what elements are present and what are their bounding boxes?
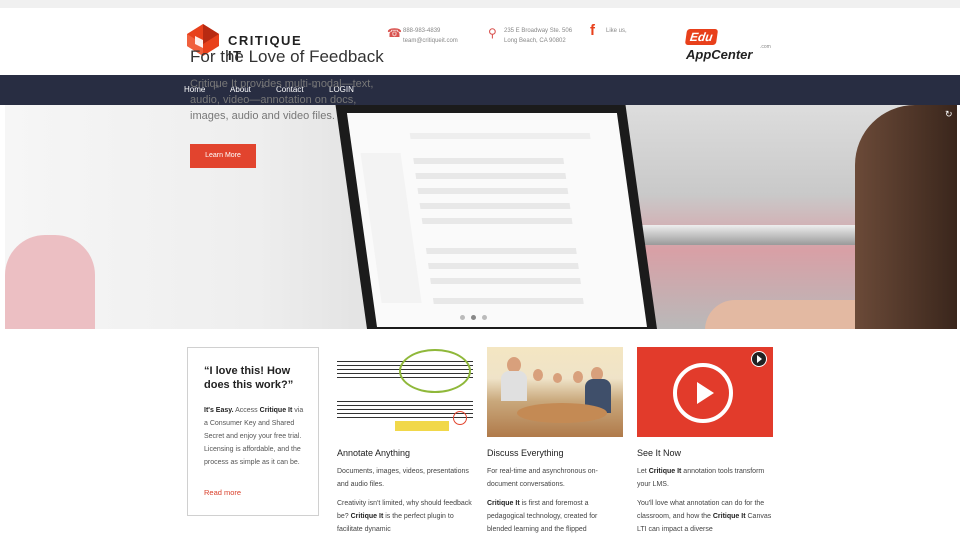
- like-us-label: Like us,: [606, 28, 627, 34]
- card-title-discuss: Discuss Everything: [487, 448, 564, 458]
- feature-card-see: See It Now Let Critique It annotation to…: [637, 347, 773, 533]
- hero-person-image: [855, 105, 957, 329]
- card-text-see-2: You'll love what annotation can do for t…: [637, 497, 773, 536]
- site-header: CRITIQUE IT ☎ 888-983-4839 team@critique…: [0, 8, 960, 75]
- hero-slider: ↻: [5, 105, 957, 329]
- card-title-annotate: Annotate Anything: [337, 448, 411, 458]
- quote-lead: It's Easy.: [204, 407, 234, 414]
- hero-title: For the Love of Feedback: [190, 47, 384, 66]
- card-text-see-1: Let Critique It annotation tools transfo…: [637, 465, 773, 491]
- quote-body-prefix: Access: [233, 407, 260, 414]
- card-text-see-1-prefix: Let: [637, 468, 649, 475]
- facebook-contact[interactable]: f Like us,: [590, 23, 627, 38]
- hero-chair-image: [5, 235, 95, 329]
- card-text-annotate-2: Creativity isn't limited, why should fee…: [337, 497, 473, 536]
- phone-number[interactable]: 888-983-4839: [403, 26, 458, 36]
- eduappcenter-dotcom: .com: [760, 44, 771, 50]
- quote-brand: Critique It: [259, 407, 293, 414]
- video-thumbnail[interactable]: [637, 347, 773, 437]
- address-line-1: 235 E Broadway Ste. 506: [504, 28, 573, 34]
- card-title-see: See It Now: [637, 448, 682, 458]
- address-contact: ⚲ 235 E Broadway Ste. 506 Long Beach, CA…: [488, 26, 573, 46]
- learn-more-button[interactable]: Learn More: [190, 144, 256, 168]
- main-nav: Home × About × Contact × LOGIN: [0, 75, 960, 105]
- slider-loading-icon: ↻: [945, 109, 953, 119]
- card-text-discuss-2: Critique It is first and foremost a peda…: [487, 497, 623, 536]
- laptop-screen-image: [346, 113, 647, 327]
- feature-card-discuss: Discuss Everything For real-time and asy…: [487, 347, 623, 533]
- eduappcenter-app: AppCenter: [686, 47, 753, 62]
- quote-body-suffix: via a Consumer Key and Shared Secret and…: [204, 407, 304, 466]
- eduappcenter-logo[interactable]: Edu AppCenter .com: [684, 28, 776, 62]
- meeting-photo[interactable]: [487, 347, 623, 437]
- top-strip: [0, 0, 960, 8]
- card-brand-discuss: Critique It: [487, 500, 520, 507]
- phone-icon: ☎: [387, 26, 402, 40]
- card-text-annotate-1: Documents, images, videos, presentations…: [337, 468, 469, 488]
- feature-card-annotate: Annotate Anything Documents, images, vid…: [337, 347, 473, 533]
- card-text-discuss-1: For real-time and asynchronous on-docume…: [487, 468, 598, 488]
- quote-box: “I love this! How does this work?” It's …: [187, 347, 319, 516]
- phone-contact: ☎ 888-983-4839 team@critiqueit.com: [387, 26, 458, 46]
- hero-description: Critique It provides multi-modal—text, a…: [190, 78, 374, 122]
- email-link[interactable]: team@critiqueit.com: [403, 36, 458, 46]
- slider-dots[interactable]: [460, 307, 493, 325]
- quote-heading: “I love this! How does this work?”: [204, 365, 294, 391]
- card-brand-see-2: Critique It: [712, 513, 746, 520]
- facebook-icon[interactable]: f: [590, 23, 604, 40]
- address-line-2: Long Beach, CA 90802: [504, 38, 566, 44]
- card-brand-see-1: Critique It: [648, 468, 682, 475]
- card-brand-annotate: Critique It: [350, 513, 384, 520]
- quote-body: It's Easy. Access Critique It via a Cons…: [204, 404, 308, 469]
- sheet-music-image[interactable]: [337, 347, 473, 437]
- map-pin-icon: ⚲: [488, 26, 497, 40]
- read-more-link[interactable]: Read more: [204, 488, 241, 497]
- eduappcenter-edu: Edu: [684, 29, 718, 45]
